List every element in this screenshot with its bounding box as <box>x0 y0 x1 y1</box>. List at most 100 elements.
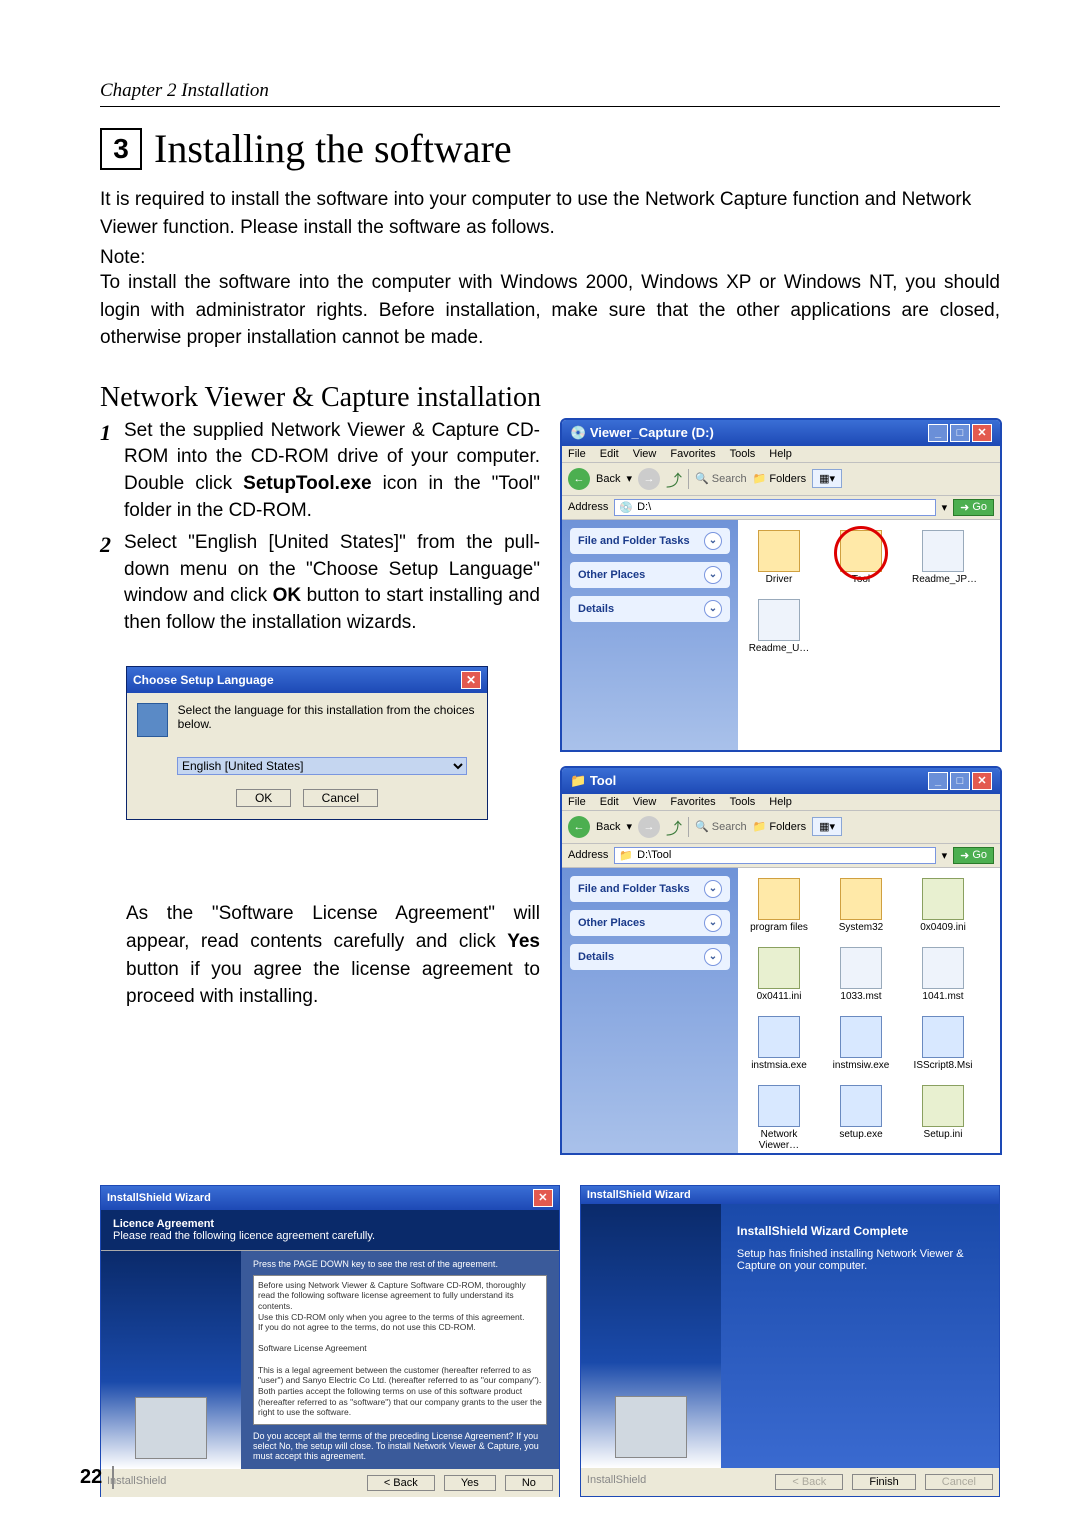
file-item[interactable]: instmsia.exe <box>748 1016 810 1071</box>
chevron-down-icon[interactable]: ⌄ <box>704 914 722 932</box>
dialog-titlebar[interactable]: Choose Setup Language ✕ <box>127 667 487 693</box>
go-button[interactable]: ➜ Go <box>953 499 994 516</box>
license-textbox[interactable]: Before using Network Viewer & Capture So… <box>253 1275 547 1425</box>
window-titlebar[interactable]: 📁 Tool _ □ ✕ <box>562 768 1000 794</box>
page-number: 22 <box>80 1466 114 1489</box>
language-select[interactable]: English [United States] <box>177 757 467 775</box>
window-titlebar[interactable]: InstallShield Wizard ✕ <box>101 1186 559 1210</box>
menu-favorites[interactable]: Favorites <box>670 448 715 460</box>
finish-button[interactable]: Finish <box>852 1474 915 1490</box>
menu-favorites[interactable]: Favorites <box>670 796 715 808</box>
file-item[interactable]: 1033.mst <box>830 947 892 1002</box>
close-icon[interactable]: ✕ <box>972 424 992 442</box>
yes-button[interactable]: Yes <box>444 1475 496 1491</box>
step-number: 2 <box>100 530 116 636</box>
cancel-button[interactable]: Cancel <box>303 789 378 807</box>
back-icon[interactable]: ← <box>568 816 590 838</box>
cancel-button: Cancel <box>925 1474 993 1490</box>
task-group[interactable]: File and Folder Tasks⌄ <box>570 528 730 554</box>
window-titlebar[interactable]: 💿 Viewer_Capture (D:) _ □ ✕ <box>562 420 1000 446</box>
step-bold: OK <box>273 585 302 606</box>
folders-button[interactable]: 📁 Folders <box>753 472 806 485</box>
chevron-down-icon[interactable]: ⌄ <box>704 880 722 898</box>
brand-label: InstallShield <box>587 1474 646 1486</box>
file-item[interactable]: Setup.ini <box>912 1085 974 1151</box>
file-item[interactable]: 0x0411.ini <box>748 947 810 1002</box>
wizard-content: InstallShield Wizard Complete Setup has … <box>721 1204 999 1468</box>
address-field[interactable]: 📁 D:\Tool <box>614 847 935 864</box>
task-group[interactable]: Details⌄ <box>570 944 730 970</box>
file-item[interactable]: System32 <box>830 878 892 933</box>
back-label[interactable]: Back <box>596 821 620 833</box>
menu-file[interactable]: File <box>568 448 586 460</box>
minimize-icon[interactable]: _ <box>928 424 948 442</box>
back-label[interactable]: Back <box>596 473 620 485</box>
task-group[interactable]: File and Folder Tasks⌄ <box>570 876 730 902</box>
back-button[interactable]: < Back <box>367 1475 435 1491</box>
up-icon[interactable]: ⤴ <box>666 815 682 839</box>
chevron-down-icon[interactable]: ⌄ <box>704 948 722 966</box>
menu-help[interactable]: Help <box>769 448 792 460</box>
file-label: Tool <box>830 574 892 585</box>
forward-icon[interactable]: → <box>638 468 660 490</box>
menu-tools[interactable]: Tools <box>730 448 756 460</box>
task-group[interactable]: Other Places⌄ <box>570 910 730 936</box>
search-icon[interactable]: 🔍 Search <box>695 472 747 485</box>
file-item[interactable]: Readme_JP… <box>912 530 974 585</box>
menu-view[interactable]: View <box>633 448 657 460</box>
folder-icon <box>840 530 882 572</box>
file-icon <box>840 1016 882 1058</box>
task-group[interactable]: Details⌄ <box>570 596 730 622</box>
no-button[interactable]: No <box>505 1475 553 1491</box>
views-button[interactable]: ▦▾ <box>812 469 842 488</box>
views-button[interactable]: ▦▾ <box>812 817 842 836</box>
address-label: Address <box>568 501 608 513</box>
folder-icon <box>758 878 800 920</box>
close-icon[interactable]: ✕ <box>972 772 992 790</box>
search-icon[interactable]: 🔍 Search <box>695 820 747 833</box>
up-icon[interactable]: ⤴ <box>666 467 682 491</box>
address-label: Address <box>568 849 608 861</box>
file-icon <box>922 1085 964 1127</box>
file-item[interactable]: ISScript8.Msi <box>912 1016 974 1071</box>
wizard-footer: InstallShield < Back Yes No <box>101 1469 559 1497</box>
forward-icon[interactable]: → <box>638 816 660 838</box>
minimize-icon[interactable]: _ <box>928 772 948 790</box>
file-item[interactable]: 1041.mst <box>912 947 974 1002</box>
file-item[interactable]: program files <box>748 878 810 933</box>
file-item[interactable]: instmsiw.exe <box>830 1016 892 1071</box>
chevron-down-icon[interactable]: ⌄ <box>704 600 722 618</box>
installshield-license-wizard: InstallShield Wizard ✕ Licence Agreement… <box>100 1185 560 1497</box>
ok-button[interactable]: OK <box>236 789 291 807</box>
address-field[interactable]: 💿 D:\ <box>614 499 935 516</box>
window-titlebar[interactable]: InstallShield Wizard <box>581 1186 999 1204</box>
go-button[interactable]: ➜ Go <box>953 847 994 864</box>
maximize-icon[interactable]: □ <box>950 424 970 442</box>
file-item[interactable]: Network Viewer… <box>748 1085 810 1151</box>
wizard-side-graphic <box>581 1204 721 1468</box>
note-label: Note: <box>100 247 1000 269</box>
file-item[interactable]: Driver <box>748 530 810 585</box>
file-label: Driver <box>748 574 810 585</box>
file-item[interactable]: 0x0409.ini <box>912 878 974 933</box>
menu-tools[interactable]: Tools <box>730 796 756 808</box>
window-title: 💿 Viewer_Capture (D:) <box>570 425 714 441</box>
file-label: System32 <box>830 922 892 933</box>
file-item[interactable]: setup.exe <box>830 1085 892 1151</box>
close-icon[interactable]: ✕ <box>533 1189 553 1207</box>
maximize-icon[interactable]: □ <box>950 772 970 790</box>
back-icon[interactable]: ← <box>568 468 590 490</box>
menu-edit[interactable]: Edit <box>600 796 619 808</box>
menu-file[interactable]: File <box>568 796 586 808</box>
close-icon[interactable]: ✕ <box>461 671 481 689</box>
menu-view[interactable]: View <box>633 796 657 808</box>
chevron-down-icon[interactable]: ⌄ <box>704 566 722 584</box>
file-item[interactable]: Readme_U… <box>748 599 810 654</box>
menu-help[interactable]: Help <box>769 796 792 808</box>
folders-button[interactable]: 📁 Folders <box>753 820 806 833</box>
task-group[interactable]: Other Places⌄ <box>570 562 730 588</box>
menu-edit[interactable]: Edit <box>600 448 619 460</box>
file-item[interactable]: Tool <box>830 530 892 585</box>
chevron-down-icon[interactable]: ⌄ <box>704 532 722 550</box>
computer-icon <box>615 1396 687 1458</box>
